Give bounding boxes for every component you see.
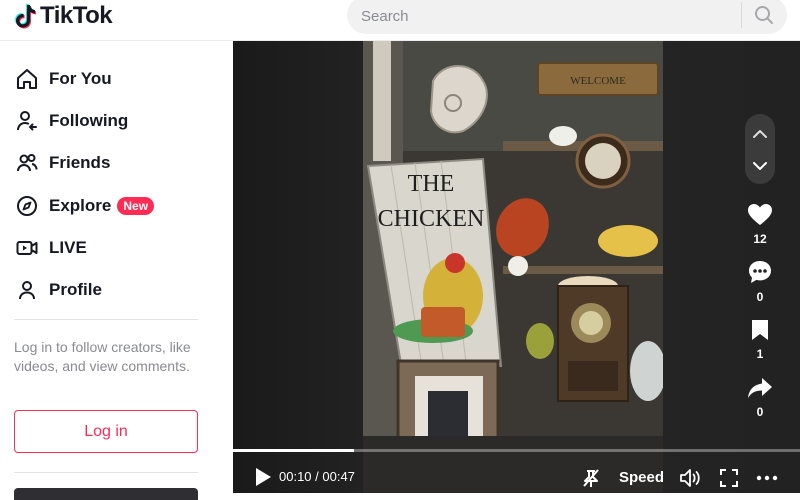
video-content-image: WELCOME THE CHICKEN xyxy=(363,41,663,493)
profile-icon xyxy=(14,277,40,303)
bookmark-count: 1 xyxy=(756,347,764,361)
sidebar-item-label: For You xyxy=(49,69,112,88)
speed-button[interactable]: Speed xyxy=(619,469,664,486)
video-controls: 00:10 / 00:47 Speed xyxy=(233,446,800,493)
share-arrow-icon xyxy=(748,378,772,398)
tiktok-logo[interactable]: TikTok xyxy=(14,2,113,30)
sidebar-item-friends[interactable]: Friends xyxy=(14,146,110,180)
volume-icon[interactable] xyxy=(679,468,701,488)
sidebar-item-label: Profile xyxy=(49,280,102,299)
search-button[interactable] xyxy=(751,2,777,28)
sidebar-divider xyxy=(14,319,198,320)
progress-bar[interactable] xyxy=(233,449,800,452)
login-prompt-text: Log in to follow creators, like videos, … xyxy=(14,339,191,374)
playback-time: 00:10 / 00:47 xyxy=(279,469,355,484)
live-icon xyxy=(14,235,40,261)
login-button[interactable]: Log in xyxy=(14,410,198,453)
float-pin-icon[interactable] xyxy=(581,467,601,489)
tiktok-note-icon xyxy=(15,4,36,29)
share-count: 0 xyxy=(756,405,764,419)
fullscreen-icon[interactable] xyxy=(719,468,739,488)
sidebar-item-explore[interactable]: Explore New xyxy=(14,189,155,223)
search-bar xyxy=(347,0,787,34)
search-icon xyxy=(755,6,773,24)
like-button[interactable]: 12 xyxy=(746,203,774,246)
share-button[interactable]: 0 xyxy=(746,376,774,419)
like-count: 12 xyxy=(753,232,767,246)
more-options-icon[interactable] xyxy=(755,468,779,488)
compass-icon xyxy=(14,193,40,219)
new-badge: New xyxy=(117,197,155,215)
video-nav-pill xyxy=(745,114,775,184)
friends-icon xyxy=(14,150,40,176)
home-icon xyxy=(14,66,40,92)
sidebar-divider xyxy=(14,472,198,473)
user-follow-icon xyxy=(14,108,40,134)
chicken-sign-title: THE xyxy=(408,171,455,197)
sidebar-item-profile[interactable]: Profile xyxy=(14,273,102,307)
sidebar-item-label: Explore xyxy=(49,196,112,215)
chevron-down-icon[interactable] xyxy=(750,156,770,176)
sidebar-item-live[interactable]: LIVE xyxy=(14,231,87,265)
search-input[interactable] xyxy=(361,6,731,26)
search-divider xyxy=(741,2,742,28)
sidebar-item-label: Following xyxy=(49,111,129,130)
sidebar-partial-button[interactable] xyxy=(14,488,198,500)
chevron-up-icon[interactable] xyxy=(750,124,770,144)
top-header: TikTok xyxy=(0,0,800,41)
bookmark-button[interactable]: 1 xyxy=(746,318,774,361)
video-frame[interactable]: WELCOME THE CHICKEN xyxy=(363,41,663,493)
comment-button[interactable]: 0 xyxy=(746,259,774,304)
comment-count: 0 xyxy=(756,290,764,304)
welcome-sign-text: WELCOME xyxy=(570,75,626,87)
sidebar: For You Following Friends Explore New LI… xyxy=(0,41,212,500)
video-player[interactable]: WELCOME THE CHICKEN 12 0 1 0 00:10 / 00:… xyxy=(233,41,800,493)
sidebar-item-following[interactable]: Following xyxy=(14,104,128,138)
progress-bar-fill xyxy=(233,449,354,452)
play-icon[interactable] xyxy=(253,466,273,488)
sidebar-item-label: Friends xyxy=(49,153,111,172)
comment-icon xyxy=(749,261,771,283)
bookmark-icon xyxy=(752,320,768,340)
sidebar-item-for-you[interactable]: For You xyxy=(14,62,112,96)
logo-text: TikTok xyxy=(40,2,113,29)
chicken-sign-subtitle: CHICKEN xyxy=(378,206,485,232)
sidebar-item-label: LIVE xyxy=(49,238,87,257)
heart-icon xyxy=(748,204,772,225)
